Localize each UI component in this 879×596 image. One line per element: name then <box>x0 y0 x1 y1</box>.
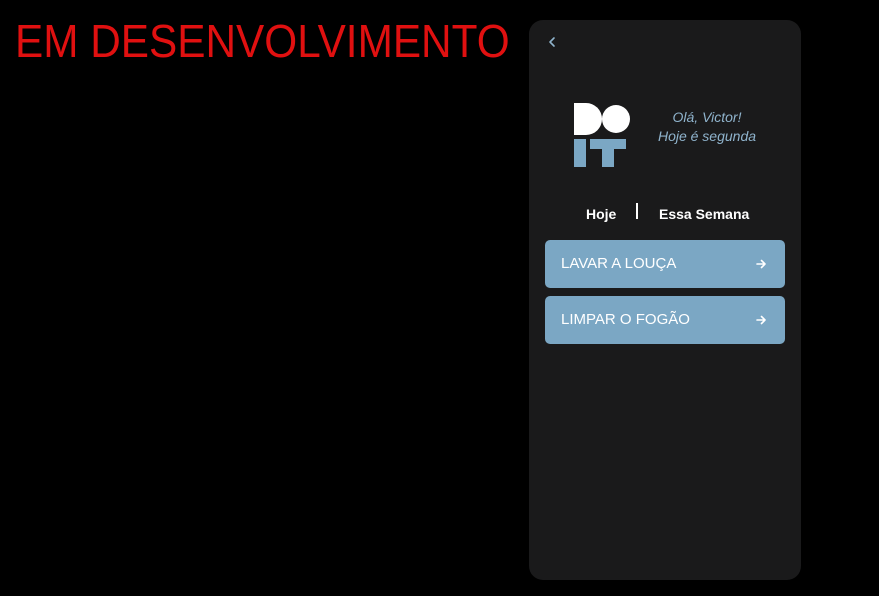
task-item[interactable]: LAVAR A LOUÇA <box>545 240 785 288</box>
greeting-name: Olá, Victor! <box>672 109 742 125</box>
period-tabs: Hoje Essa Semana <box>529 203 801 225</box>
greeting-day: Hoje é segunda <box>657 128 757 144</box>
greeting: Olá, Victor! Hoje é segunda <box>647 108 767 146</box>
chevron-left-icon <box>549 37 555 47</box>
task-label: LAVAR A LOUÇA <box>561 255 677 272</box>
tab-today[interactable]: Hoje <box>586 203 616 225</box>
do-it-logo <box>574 103 630 167</box>
back-button[interactable] <box>547 34 561 54</box>
task-item[interactable]: LIMPAR O FOGÃO <box>545 296 785 344</box>
development-banner: EM DESENVOLVIMENTO <box>15 15 510 67</box>
tab-this-week[interactable]: Essa Semana <box>659 203 749 225</box>
tab-divider <box>636 203 638 219</box>
arrow-right-icon <box>756 259 766 269</box>
task-label: LIMPAR O FOGÃO <box>561 311 690 328</box>
arrow-right-icon <box>756 315 766 325</box>
app-panel: Olá, Victor! Hoje é segunda Hoje Essa Se… <box>529 20 801 580</box>
